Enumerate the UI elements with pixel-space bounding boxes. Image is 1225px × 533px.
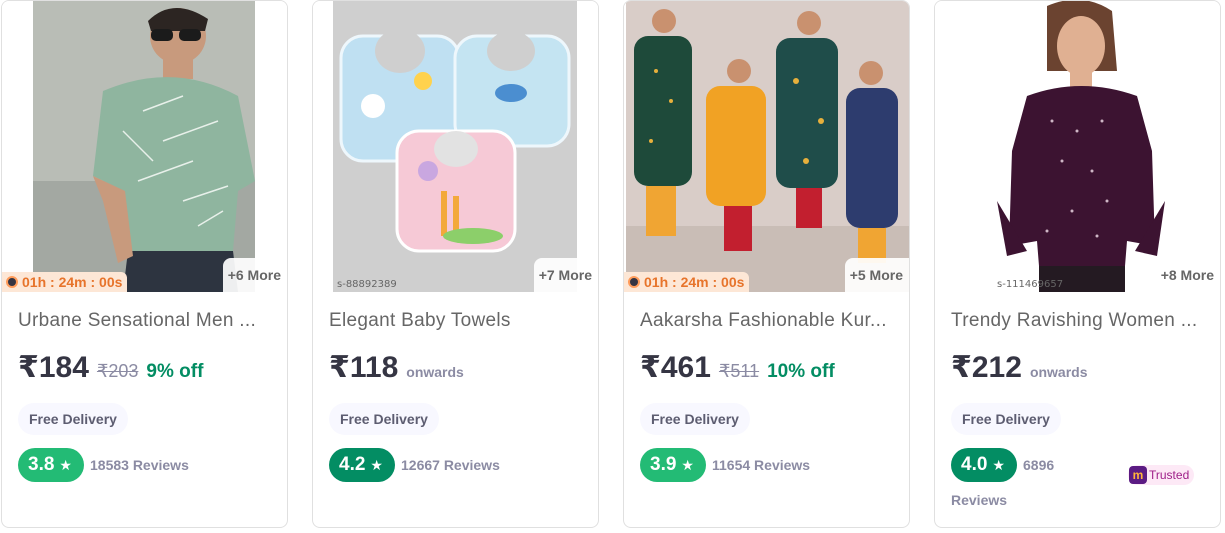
- reviews-count: 11654 Reviews: [712, 457, 811, 473]
- reviews-count: 18583 Reviews: [90, 457, 189, 473]
- reviews-label: Reviews: [951, 492, 1008, 508]
- product-card[interactable]: s-111469657 +8 More Trendy Ravishing Wom…: [934, 0, 1221, 528]
- rating-badge: 3.9 ★: [640, 448, 706, 482]
- more-images-label[interactable]: +6 More: [222, 258, 287, 292]
- free-delivery-badge: Free Delivery: [640, 403, 750, 435]
- timer-text: 01h : 24m : 00s: [22, 274, 123, 290]
- product-image[interactable]: 01h : 24m : 00s +5 More: [624, 1, 909, 292]
- price-row: ₹461 ₹511 10% off: [640, 350, 835, 385]
- rating-row: 4.0 ★ 6896: [951, 448, 1054, 482]
- star-icon: ★: [992, 456, 1005, 473]
- product-price: ₹118: [329, 351, 399, 384]
- clock-icon: [628, 276, 640, 288]
- rating-badge: 4.2 ★: [329, 448, 395, 482]
- reviews-count: 6896: [1023, 457, 1055, 473]
- more-images-label[interactable]: +5 More: [844, 258, 909, 292]
- product-card[interactable]: 01h : 24m : 00s +5 More Aakarsha Fashion…: [623, 0, 910, 528]
- product-price: ₹461: [640, 351, 711, 384]
- rating-value: 3.9: [650, 454, 677, 475]
- price-row: ₹212 onwards: [951, 350, 1088, 385]
- product-photo: [333, 1, 577, 292]
- product-price: ₹184: [18, 351, 89, 384]
- product-photo: [977, 1, 1185, 292]
- deal-timer: 01h : 24m : 00s: [2, 272, 128, 292]
- rating-row: 3.9 ★ 11654 Reviews: [640, 448, 810, 482]
- clock-icon: [6, 276, 18, 288]
- product-title[interactable]: Elegant Baby Towels: [329, 310, 587, 332]
- product-price: ₹212: [951, 351, 1022, 384]
- product-card[interactable]: 01h : 24m : 00s +6 More Urbane Sensation…: [1, 0, 288, 528]
- product-card[interactable]: s-88892389 +7 More Elegant Baby Towels ₹…: [312, 0, 599, 528]
- more-images-label[interactable]: +8 More: [1155, 258, 1220, 292]
- onwards-label: onwards: [1029, 364, 1088, 380]
- product-sku: s-88892389: [337, 279, 397, 290]
- onwards-label: onwards: [406, 364, 464, 380]
- timer-text: 01h : 24m : 00s: [644, 274, 745, 290]
- price-row: ₹118 onwards: [329, 350, 464, 385]
- rating-row: 4.2 ★ 12667 Reviews: [329, 448, 500, 482]
- original-price: ₹203: [96, 361, 139, 381]
- product-title[interactable]: Aakarsha Fashionable Kur...: [640, 310, 898, 332]
- meesho-logo-icon: m: [1129, 466, 1147, 484]
- price-row: ₹184 ₹203 9% off: [18, 350, 203, 385]
- original-price: ₹511: [718, 361, 760, 381]
- product-sku: s-111469657: [997, 279, 1064, 290]
- discount-label: 9% off: [146, 361, 204, 382]
- rating-value: 4.2: [339, 454, 366, 475]
- rating-value: 3.8: [28, 454, 55, 475]
- product-title[interactable]: Urbane Sensational Men ...: [18, 310, 276, 332]
- free-delivery-badge: Free Delivery: [951, 403, 1061, 435]
- product-image[interactable]: 01h : 24m : 00s +6 More: [2, 1, 287, 292]
- product-image[interactable]: s-111469657 +8 More: [935, 1, 1220, 292]
- product-image[interactable]: s-88892389 +7 More: [313, 1, 598, 292]
- rating-row: 3.8 ★ 18583 Reviews: [18, 448, 189, 482]
- free-delivery-badge: Free Delivery: [329, 403, 439, 435]
- product-grid: 01h : 24m : 00s +6 More Urbane Sensation…: [0, 0, 1225, 533]
- product-title[interactable]: Trendy Ravishing Women ...: [951, 310, 1209, 332]
- reviews-count: 12667 Reviews: [401, 457, 500, 473]
- deal-timer: 01h : 24m : 00s: [624, 272, 750, 292]
- trusted-label: Trusted: [1149, 468, 1190, 482]
- trusted-badge: m Trusted: [1128, 465, 1195, 485]
- rating-value: 4.0: [961, 454, 988, 475]
- star-icon: ★: [681, 456, 694, 473]
- rating-badge: 3.8 ★: [18, 448, 84, 482]
- product-photo: [33, 1, 255, 292]
- discount-label: 10% off: [767, 361, 835, 382]
- product-photo: [626, 1, 909, 292]
- star-icon: ★: [370, 456, 383, 473]
- rating-badge: 4.0 ★: [951, 448, 1017, 482]
- free-delivery-badge: Free Delivery: [18, 403, 128, 435]
- more-images-label[interactable]: +7 More: [533, 258, 598, 292]
- star-icon: ★: [59, 456, 72, 473]
